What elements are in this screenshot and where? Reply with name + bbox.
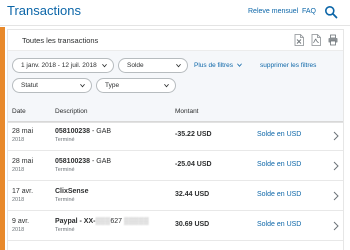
currency-value: Solde: [127, 62, 144, 69]
chevron-right-icon[interactable]: [333, 191, 339, 201]
row-balance-link[interactable]: Solde en USD: [257, 161, 301, 168]
statut-value: Statut: [21, 82, 38, 89]
row-description-suffix: - GAB: [90, 158, 112, 165]
currency-select[interactable]: Solde: [118, 58, 188, 73]
table-row[interactable]: 28 mai 2018 058100238 - GAB Terminé -25.…: [8, 152, 343, 181]
transactions-panel: Toutes les transactions 1 janv. 2018 - 1…: [7, 29, 344, 250]
row-description-name: Paypal - XX-: [55, 218, 96, 225]
remove-filters-link[interactable]: supprimer les filtres: [260, 62, 316, 69]
column-header-description: Description: [55, 108, 88, 115]
row-amount: -25.04 USD: [175, 161, 212, 168]
panel-title: Toutes les transactions: [22, 36, 99, 45]
column-header-date: Date: [12, 108, 26, 115]
chevron-right-icon[interactable]: [333, 131, 339, 141]
row-date-day: 9 avr.: [12, 218, 30, 225]
row-description: 058100238 - GAB: [55, 128, 111, 135]
row-status: Terminé: [55, 167, 75, 173]
search-icon[interactable]: [324, 5, 338, 19]
more-filters-link[interactable]: Plus de filtres: [194, 62, 242, 69]
row-balance-link[interactable]: Solde en USD: [257, 191, 301, 198]
chevron-down-icon: [176, 63, 181, 68]
row-status: Terminé: [55, 197, 75, 203]
table-row[interactable]: 28 mai 2018 058100238 - GAB Terminé -35.…: [8, 122, 343, 151]
page-header: Transactions Releve mensuel FAQ: [0, 0, 350, 26]
redacted-text: ▒▒▒: [95, 218, 111, 225]
accent-bar: [0, 27, 5, 250]
chevron-right-icon[interactable]: [333, 161, 339, 171]
faq-link[interactable]: FAQ: [302, 8, 316, 15]
page-title: Transactions: [7, 3, 81, 18]
redacted-text: ▒▒▒▒▒: [122, 218, 149, 225]
table-row[interactable]: 9 avr. 2018 Paypal - XX-▒▒▒627 ▒▒▒▒▒ Ter…: [8, 212, 343, 241]
more-filters-label: Plus de filtres: [194, 62, 234, 69]
row-status: Terminé: [55, 227, 75, 233]
type-value: Type: [105, 82, 120, 89]
row-status: Terminé: [55, 137, 75, 143]
row-description-suffix: - GAB: [90, 128, 112, 135]
date-range-select[interactable]: 1 janv. 2018 - 12 juil. 2018: [12, 58, 114, 73]
date-range-value: 1 janv. 2018 - 12 juil. 2018: [21, 62, 97, 69]
pdf-icon[interactable]: [311, 34, 321, 46]
row-date-year: 2018: [12, 227, 25, 233]
chevron-down-icon: [102, 63, 107, 68]
row-amount: 30.69 USD: [175, 221, 210, 228]
row-date-year: 2018: [12, 137, 25, 143]
row-date-day: 17 avr.: [12, 188, 34, 195]
row-date-day: 28 mai: [12, 128, 34, 135]
row-balance-link[interactable]: Solde en USD: [257, 221, 301, 228]
row-description-name: 058100238: [55, 128, 91, 135]
row-description-name: 058100238: [55, 158, 91, 165]
print-icon[interactable]: [328, 34, 338, 46]
releve-mensuel-link[interactable]: Releve mensuel: [248, 8, 298, 15]
row-description-name: ClixSense: [55, 188, 89, 195]
row-amount: 32.44 USD: [175, 191, 210, 198]
table-row[interactable]: 17 avr. 2018 ClixSense Terminé 32.44 USD…: [8, 182, 343, 211]
row-date-year: 2018: [12, 197, 25, 203]
type-select[interactable]: Type: [96, 78, 176, 93]
column-header-amount: Montant: [175, 108, 199, 115]
row-description: Paypal - XX-▒▒▒627 ▒▒▒▒▒: [55, 218, 149, 225]
row-date-year: 2018: [12, 167, 25, 173]
excel-icon[interactable]: [294, 34, 304, 46]
row-description: ClixSense: [55, 188, 88, 195]
row-balance-link[interactable]: Solde en USD: [257, 131, 301, 138]
row-date-day: 28 mai: [12, 158, 34, 165]
chevron-down-icon: [164, 83, 169, 88]
statut-select[interactable]: Statut: [12, 78, 92, 93]
row-description-suffix: 627: [110, 218, 123, 225]
row-description: 058100238 - GAB: [55, 158, 111, 165]
row-amount: -35.22 USD: [175, 131, 212, 138]
chevron-right-icon[interactable]: [333, 221, 339, 231]
chevron-down-icon: [80, 83, 85, 88]
chevron-down-icon: [236, 63, 242, 68]
